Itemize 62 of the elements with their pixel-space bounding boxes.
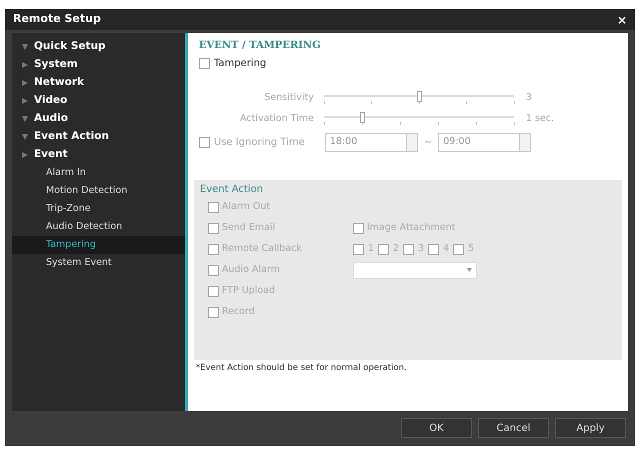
checkbox[interactable] — [208, 264, 219, 276]
dropdown[interactable] — [352, 262, 477, 278]
checkbox[interactable] — [208, 244, 219, 254]
section-title: Event Action — [200, 182, 264, 196]
checkbox[interactable] — [208, 306, 219, 318]
tree-item[interactable]: Network — [12, 74, 185, 92]
spinner-icon[interactable] — [406, 134, 417, 150]
tree-item[interactable]: Audio — [12, 110, 185, 128]
slider-value: 3 — [526, 91, 532, 105]
tree-item[interactable]: Video — [12, 92, 185, 110]
checkbox[interactable] — [428, 244, 440, 254]
checkbox-label: Send Email — [222, 220, 276, 235]
tree-item[interactable]: Quick Setup — [12, 38, 185, 56]
slider-label: Activation Time — [239, 112, 315, 126]
tree-item[interactable]: Alarm In — [12, 164, 185, 182]
tree-item[interactable]: Event Action — [12, 128, 185, 146]
checkbox[interactable] — [198, 136, 210, 148]
checkbox-label: Record — [222, 304, 255, 319]
dialog-button[interactable]: OK — [401, 418, 472, 438]
checkbox-label: Alarm Out — [222, 200, 270, 214]
checkbox[interactable] — [208, 286, 219, 296]
checkbox[interactable] — [352, 244, 364, 254]
checkbox-label: Tampering — [214, 57, 266, 71]
checkbox-label: FTP Upload — [222, 284, 276, 298]
caret-icon — [466, 268, 472, 272]
checkbox-label: Use Ignoring Time — [214, 136, 305, 150]
tree-item[interactable]: Event — [12, 146, 185, 164]
spinner-icon[interactable] — [519, 134, 530, 150]
checkbox-label: Remote Callback — [222, 242, 302, 256]
tree-item[interactable]: System — [12, 56, 185, 74]
slider[interactable] — [324, 112, 514, 126]
tree-item[interactable]: Trip-Zone — [12, 200, 185, 218]
checkbox[interactable] — [208, 222, 219, 234]
tree-item[interactable]: System Event — [12, 254, 185, 272]
checkbox[interactable] — [352, 222, 364, 234]
slider-thumb[interactable] — [360, 112, 365, 124]
checkbox[interactable] — [198, 58, 210, 69]
checkbox[interactable] — [208, 202, 219, 212]
tree-item[interactable]: Motion Detection — [12, 182, 185, 200]
checkbox-label: Audio Alarm — [222, 262, 280, 277]
checkbox-label: Image Attachment — [366, 220, 456, 235]
dialog-button[interactable]: Cancel — [478, 418, 549, 438]
range-separator: ~ — [424, 136, 432, 150]
slider-thumb[interactable] — [416, 91, 422, 102]
dialog-button[interactable]: Apply — [555, 418, 626, 438]
section-title: EVENT / TAMPERING — [198, 39, 322, 53]
slider-value: 1 sec. — [526, 112, 554, 126]
checkbox-label: 3 — [418, 242, 424, 256]
slider-label: Sensitivity — [263, 91, 315, 105]
checkbox-label: 2 — [392, 242, 399, 256]
checkbox-label: 4 — [443, 242, 450, 256]
slider[interactable] — [324, 91, 514, 106]
checkbox[interactable] — [378, 244, 389, 254]
window-title: Remote Setup — [13, 11, 101, 28]
checkbox-label: 5 — [468, 242, 474, 256]
tree-item[interactable]: Tampering — [12, 236, 185, 254]
checkbox[interactable] — [402, 244, 414, 254]
checkbox[interactable] — [453, 244, 464, 254]
checkbox-label: 1 — [368, 242, 374, 256]
note-text: *Event Action should be set for normal operation. — [194, 362, 408, 374]
tree-item[interactable]: Audio Detection — [12, 218, 185, 236]
close-button[interactable]: × — [616, 10, 627, 28]
